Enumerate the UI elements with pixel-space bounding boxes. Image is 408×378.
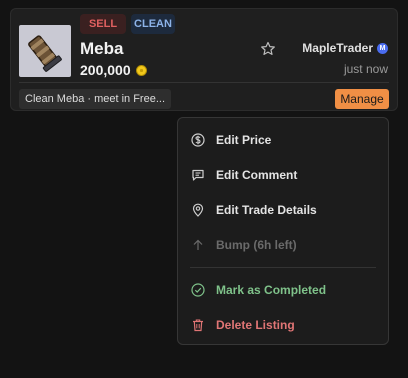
posted-time: just now <box>343 62 388 76</box>
divider <box>19 82 389 83</box>
menu-item-bump: Bump (6h left) <box>178 230 388 260</box>
menu-item-edit-price[interactable]: Edit Price <box>178 125 388 155</box>
menu-item-edit-comment[interactable]: Edit Comment <box>178 160 388 190</box>
clean-badge: CLEAN <box>131 14 175 34</box>
menu-item-delete-listing[interactable]: Delete Listing <box>178 310 388 340</box>
menu-label: Edit Comment <box>216 168 298 182</box>
menu-item-edit-trade-details[interactable]: Edit Trade Details <box>178 195 388 225</box>
check-circle-icon <box>191 283 205 297</box>
seller[interactable]: MapleTrader M <box>302 41 388 55</box>
seller-badge-icon: M <box>377 42 388 54</box>
comment-icon <box>192 169 204 181</box>
menu-label: Edit Price <box>216 133 272 147</box>
item-image-icon <box>28 35 62 72</box>
menu-separator <box>190 267 376 268</box>
seller-name: MapleTrader <box>302 41 373 55</box>
sell-badge: SELL <box>80 14 126 34</box>
manage-button[interactable]: Manage <box>335 89 389 109</box>
dollar-circle-icon <box>191 133 205 147</box>
arrow-up-icon <box>193 239 203 250</box>
menu-item-mark-completed[interactable]: Mark as Completed <box>178 275 388 305</box>
location-pin-icon <box>192 203 204 217</box>
menu-label: Edit Trade Details <box>216 203 317 217</box>
item-thumbnail <box>19 25 71 77</box>
listing-comment: Clean Meba · meet in Free... <box>19 89 172 109</box>
manage-menu: Edit Price Edit Comment Edit Trade Detai… <box>177 117 389 345</box>
star-icon[interactable] <box>260 41 276 57</box>
menu-label: Mark as Completed <box>216 283 327 297</box>
listing-card: SELL CLEAN Meba 200,000 MapleTrader M ju… <box>10 8 398 111</box>
menu-label: Delete Listing <box>216 318 295 332</box>
trash-icon <box>193 319 203 332</box>
item-name: Meba <box>80 39 124 58</box>
meso-coin-icon <box>135 64 147 76</box>
price-value: 200,000 <box>80 62 131 78</box>
price: 200,000 <box>80 62 147 78</box>
menu-label: Bump (6h left) <box>216 238 297 252</box>
